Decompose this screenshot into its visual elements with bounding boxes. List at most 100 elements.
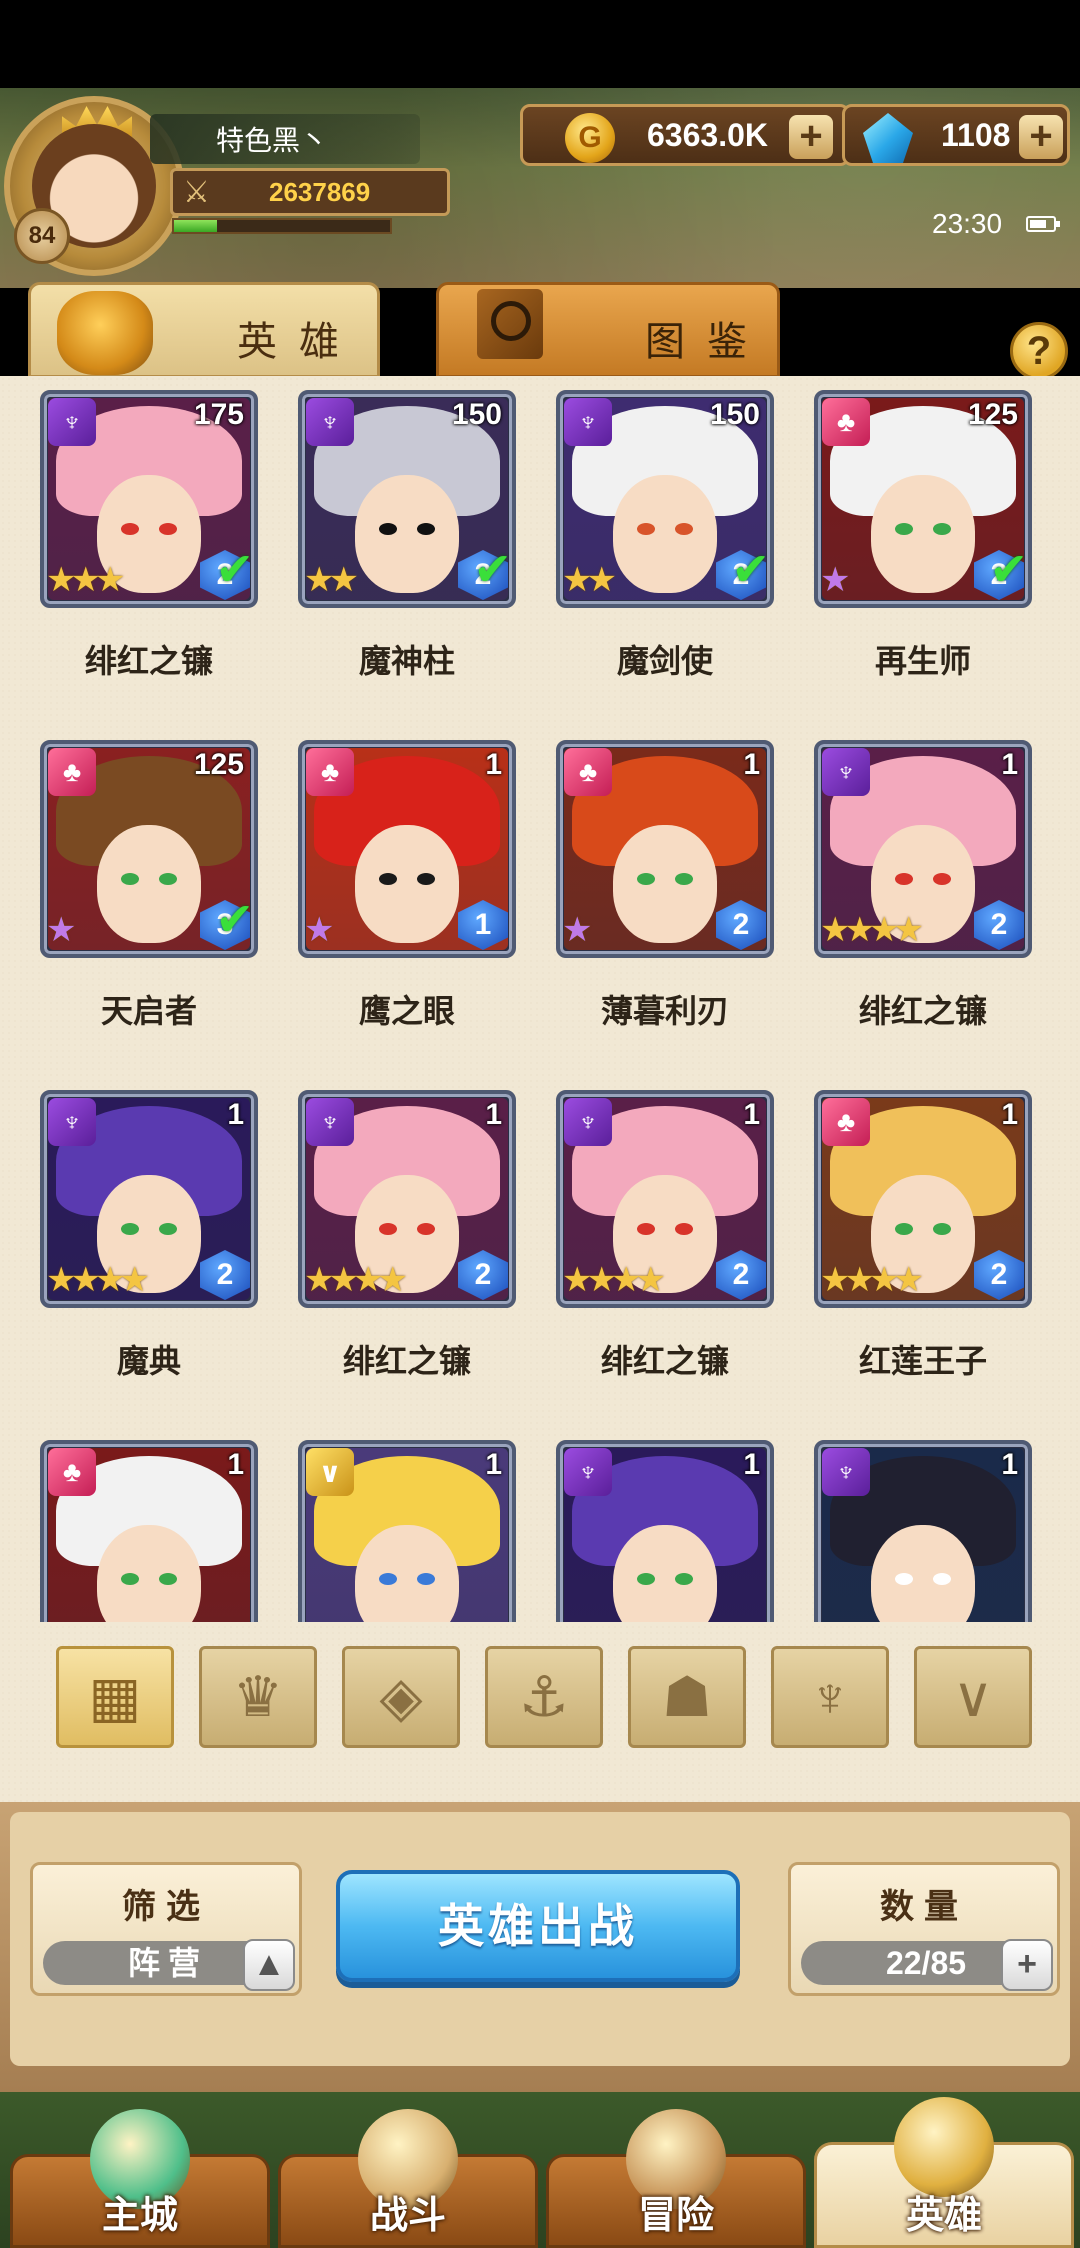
hero-eye (121, 1572, 139, 1585)
faction-pink-icon: ♣ (564, 748, 612, 796)
hero-eye (159, 872, 177, 885)
faction-anchor-icon[interactable]: ⚓ (485, 1646, 603, 1748)
hero-name: 绯红之镰 (342, 1343, 471, 1379)
count-box: 数量 22/85 + (788, 1862, 1060, 1996)
nav-crossed-swords[interactable]: 战斗 (278, 2109, 538, 2248)
nav-label: 战斗 (369, 2195, 446, 2237)
hero-eye (675, 1572, 693, 1585)
bottom-nav: 主城 战斗 冒险 英雄 (0, 2092, 1080, 2248)
add-gems-button[interactable]: + (1019, 115, 1063, 159)
faction-purple-icon: ♆ (564, 398, 612, 446)
hero-level: 1 (227, 1448, 244, 1481)
hero-face (355, 824, 459, 943)
hero-card[interactable]: ♆ 1 ★★★★ 2 (814, 740, 1032, 958)
faction-gold-icon: ∨ (306, 1448, 354, 1496)
status-bar (0, 0, 1080, 88)
star-rating-icon: ★ (562, 911, 593, 949)
hero-eye (417, 872, 435, 885)
faction-leaf-icon[interactable]: ♛ (199, 1646, 317, 1748)
hero-card[interactable]: ♆ 150 ★★ 2 ✔ (298, 390, 516, 608)
hero-level: 1 (743, 1448, 760, 1481)
chevron-up-icon[interactable]: ▲ (243, 1939, 295, 1991)
nav-label: 冒险 (637, 2195, 714, 2237)
battery-icon (1026, 216, 1060, 232)
faction-diamond-icon[interactable]: ◈ (342, 1646, 460, 1748)
tab-heroes-label: 英雄 (237, 320, 361, 364)
deployed-check-icon: ✔ (473, 543, 512, 595)
hero-card[interactable]: ♆ 150 ★★ 2 ✔ (556, 390, 774, 608)
hero-eye (159, 1222, 177, 1235)
filter-title: 筛选 (122, 1888, 210, 1926)
hero-card[interactable]: ♆ 1 ★★★★ 2 (40, 1090, 258, 1308)
deploy-heroes-button[interactable]: 英雄出战 (336, 1870, 740, 1982)
hero-eye (895, 1222, 913, 1235)
tab-heroes[interactable]: 英雄 (28, 282, 380, 378)
hero-level: 1 (485, 1098, 502, 1131)
hero-eye (379, 522, 397, 535)
hero-card[interactable]: ♣ 1 ★ 1 (298, 740, 516, 958)
star-rating-icon: ★★★ (46, 561, 125, 599)
faction-purple-icon: ♆ (564, 1448, 612, 1496)
hero-eye (121, 1222, 139, 1235)
add-gold-button[interactable]: + (789, 115, 833, 159)
tab-codex[interactable]: 图鉴 (436, 282, 780, 378)
add-slot-button[interactable]: + (1001, 1939, 1053, 1991)
hero-card[interactable]: ♆ 175 ★★★ 2 ✔ (40, 390, 258, 608)
help-button[interactable]: ? (1010, 322, 1068, 380)
hero-card[interactable]: ♆ 1 ★★★★ 2 (556, 1090, 774, 1308)
hero-name: 薄暮利刃 (600, 993, 729, 1029)
filter-dropdown[interactable]: 阵营 ▲ (43, 1939, 295, 1991)
hero-name: 绯红之镰 (600, 1343, 729, 1379)
hero-name: 天启者 (100, 993, 197, 1029)
hero-eye (379, 1572, 397, 1585)
hero-eye (379, 872, 397, 885)
faction-beast-icon[interactable]: ☗ (628, 1646, 746, 1748)
hero-level: 175 (193, 398, 244, 431)
count-value: 22/85 (885, 1945, 967, 1981)
magnifier-book-icon (477, 289, 543, 359)
hero-name: 再生师 (874, 643, 971, 679)
faction-demon-icon[interactable]: ♆ (771, 1646, 889, 1748)
deployed-check-icon: ✔ (731, 543, 770, 595)
faction-purple-icon: ♆ (822, 748, 870, 796)
hero-eye (637, 522, 655, 535)
hero-card[interactable]: ∨ 1 (298, 1440, 516, 1622)
helmet-icon (57, 291, 153, 375)
hero-level: 1 (1001, 1448, 1018, 1481)
filter-box: 筛选 阵营 ▲ (30, 1862, 302, 1996)
power-value: 2637869 (269, 177, 371, 207)
hero-card[interactable]: ♆ 1 ★★★★ 2 (298, 1090, 516, 1308)
count-title: 数量 (880, 1888, 968, 1926)
hero-eye (675, 872, 693, 885)
hero-card[interactable]: ♣ 1 ★★★★ 2 (814, 1090, 1032, 1308)
hero-name: 鹰之眼 (358, 993, 455, 1029)
hero-card[interactable]: ♣ 1 (40, 1440, 258, 1622)
star-rating-icon: ★★★★ (304, 1261, 408, 1299)
hero-name: 魔典 (116, 1343, 181, 1379)
hero-card[interactable]: ♆ 1 (556, 1440, 774, 1622)
hero-eye (675, 522, 693, 535)
hero-level: 1 (485, 1448, 502, 1481)
hero-card[interactable]: ♣ 125 ★ 3 ✔ (40, 740, 258, 958)
hero-eye (637, 1572, 655, 1585)
hero-name: 绯红之镰 (858, 993, 987, 1029)
hero-card[interactable]: ♆ 1 (814, 1440, 1032, 1622)
hero-eye (379, 1222, 397, 1235)
nav-city[interactable]: 主城 (10, 2109, 270, 2248)
hero-card[interactable]: ♣ 1 ★ 2 (556, 740, 774, 958)
grid-all-icon[interactable]: ▦ (56, 1646, 174, 1748)
hero-eye (895, 522, 913, 535)
hero-level: 1 (227, 1098, 244, 1131)
faction-purple-icon: ♆ (564, 1098, 612, 1146)
star-rating-icon: ★★ (304, 561, 359, 599)
nav-label: 主城 (101, 2195, 178, 2237)
hero-name: 魔神柱 (358, 643, 455, 679)
xp-bar-fill (174, 220, 218, 232)
hero-level: 1 (1001, 1098, 1018, 1131)
nav-hero-crest[interactable]: 英雄 (814, 2097, 1074, 2248)
hero-eye (933, 1222, 951, 1235)
nav-scroll-map[interactable]: 冒险 (546, 2109, 806, 2248)
hero-face (871, 474, 975, 593)
faction-v-icon[interactable]: ∨ (914, 1646, 1032, 1748)
hero-card[interactable]: ♣ 125 ★ 2 ✔ (814, 390, 1032, 608)
